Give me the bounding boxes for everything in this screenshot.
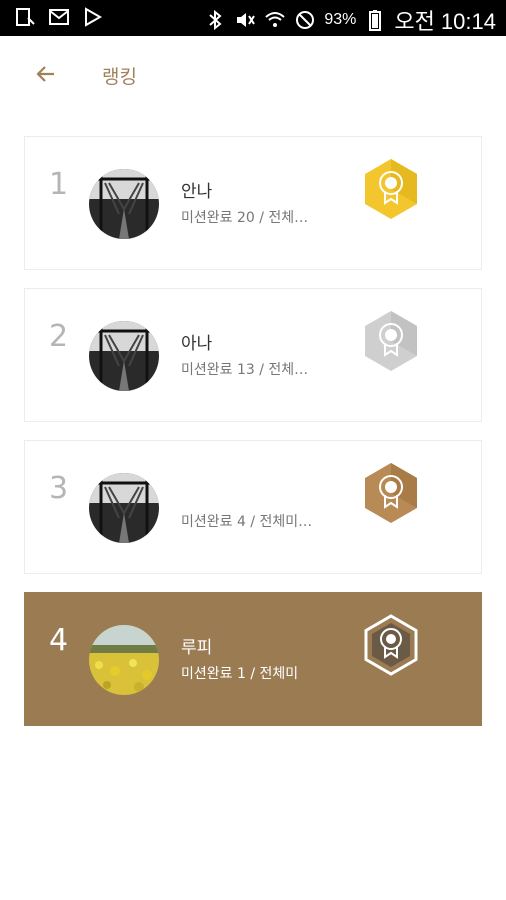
avatar — [89, 169, 159, 239]
download-icon — [14, 6, 36, 28]
battery-percent: 93% — [324, 11, 357, 28]
rank-number: 4 — [49, 623, 69, 658]
play-store-icon — [82, 6, 104, 28]
ranking-item-1[interactable]: 1 안나 미션완료 20 / 전체… — [24, 136, 482, 270]
back-button[interactable] — [30, 60, 62, 92]
arrow-left-icon — [34, 62, 58, 90]
bronze-medal-icon — [359, 461, 423, 525]
app-bar: 랭킹 — [0, 36, 506, 114]
silver-medal-icon — [359, 309, 423, 373]
rank-number: 3 — [49, 471, 69, 506]
user-name: 아나 — [181, 334, 213, 354]
rank-number: 2 — [49, 319, 69, 354]
status-time: 오전 10:14 — [394, 9, 496, 34]
page-title: 랭킹 — [102, 66, 137, 88]
do-not-disturb-icon — [294, 9, 316, 31]
user-name: 안나 — [181, 182, 213, 202]
outline-medal-icon — [359, 613, 423, 677]
avatar — [89, 473, 159, 543]
battery-icon — [364, 9, 386, 31]
mission-stats: 미션완료 4 / 전체미… — [181, 514, 313, 530]
mute-icon — [234, 9, 256, 31]
gold-medal-icon — [359, 157, 423, 221]
mission-stats: 미션완료 1 / 전체미 — [181, 666, 299, 682]
bluetooth-icon — [204, 9, 226, 31]
avatar — [89, 625, 159, 695]
wifi-icon — [264, 9, 286, 31]
mission-stats: 미션완료 13 / 전체… — [181, 362, 309, 378]
ranking-item-2[interactable]: 2 아나 미션완료 13 / 전체… — [24, 288, 482, 422]
gmail-icon — [48, 6, 70, 28]
status-bar: 93% 오전 10:14 — [0, 0, 506, 36]
ranking-item-4-current-user[interactable]: 4 루피 미션완료 1 / 전체미 — [24, 592, 482, 726]
rank-number: 1 — [49, 167, 69, 202]
ranking-item-3[interactable]: 3 미션완료 4 / 전체미… — [24, 440, 482, 574]
user-name: 루피 — [181, 638, 213, 658]
mission-stats: 미션완료 20 / 전체… — [181, 210, 309, 226]
avatar — [89, 321, 159, 391]
